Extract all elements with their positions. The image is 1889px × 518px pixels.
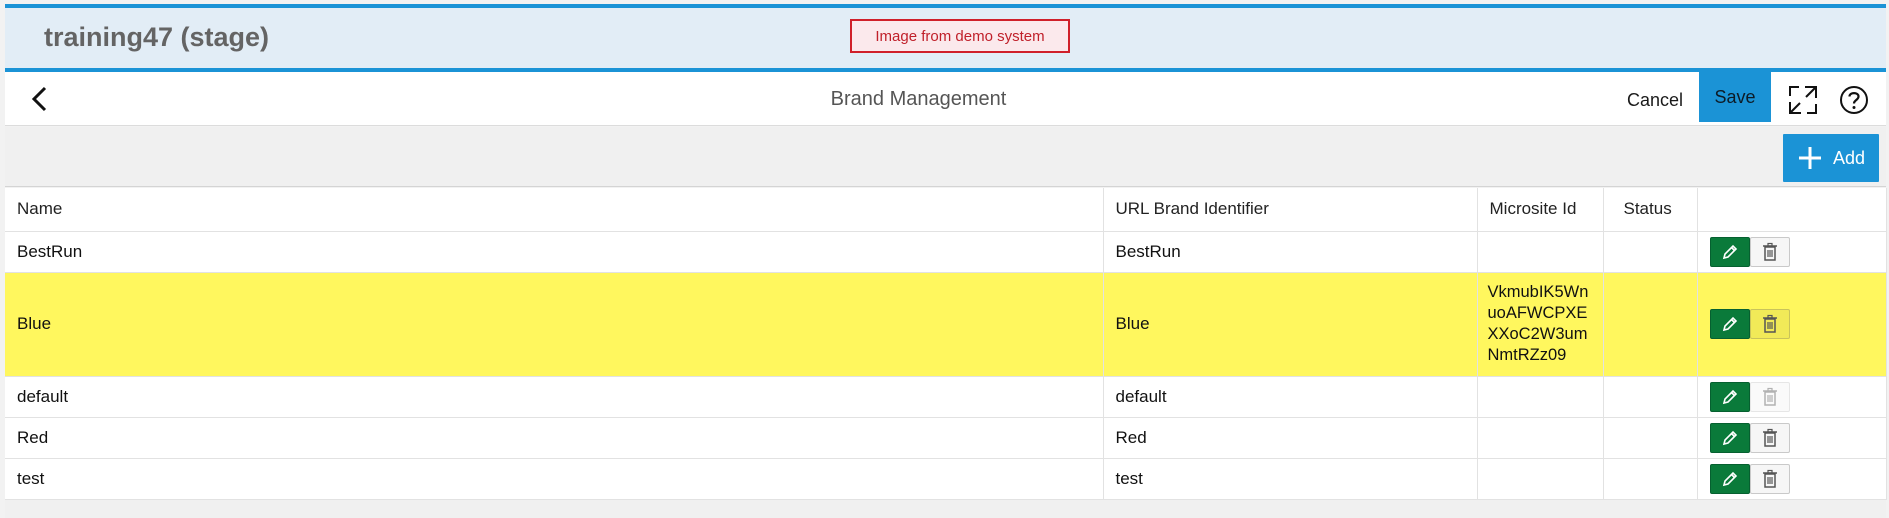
- pencil-icon: [1722, 244, 1737, 259]
- edit-button[interactable]: [1709, 309, 1750, 339]
- edit-button[interactable]: [1709, 463, 1750, 494]
- cell-microsite-id: [1477, 458, 1604, 500]
- trash-icon: [1762, 314, 1777, 333]
- trash-icon: [1762, 387, 1777, 406]
- delete-button[interactable]: [1749, 309, 1790, 339]
- add-button-label: Add: [1832, 147, 1866, 168]
- cancel-button[interactable]: Cancel: [1623, 82, 1687, 118]
- cell-url-identifier: default: [1103, 376, 1478, 418]
- table-row[interactable]: Red Red: [5, 417, 1887, 459]
- cell-url-identifier: BestRun: [1103, 231, 1478, 273]
- column-header-name[interactable]: Name: [5, 188, 1104, 232]
- edit-button[interactable]: [1709, 381, 1750, 412]
- column-header-url-brand-identifier[interactable]: URL Brand Identifier: [1103, 188, 1478, 232]
- delete-button[interactable]: [1749, 422, 1790, 453]
- page-title: Brand Management: [830, 88, 1007, 110]
- cell-microsite-id: [1477, 417, 1604, 459]
- help-button[interactable]: [1836, 82, 1872, 118]
- fullscreen-button[interactable]: [1785, 82, 1821, 118]
- table-header-row: Name URL Brand Identifier Microsite Id S…: [5, 188, 1887, 232]
- column-header-actions: [1697, 188, 1887, 232]
- cell-microsite-id: [1477, 231, 1604, 273]
- brand-table-container: Name URL Brand Identifier Microsite Id S…: [5, 188, 1887, 518]
- trash-icon: [1762, 242, 1777, 261]
- cell-name: default: [5, 376, 1104, 418]
- table-row[interactable]: default default: [5, 376, 1887, 418]
- cell-name: test: [5, 458, 1104, 500]
- cell-url-identifier: Red: [1103, 417, 1478, 459]
- pencil-icon: [1722, 430, 1737, 445]
- help-icon: [1840, 86, 1868, 114]
- plus-icon: [1798, 147, 1821, 169]
- expand-icon: [1789, 86, 1817, 114]
- table-row[interactable]: test test: [5, 458, 1887, 500]
- cell-url-identifier: Blue: [1103, 272, 1478, 377]
- delete-button[interactable]: [1749, 463, 1790, 494]
- pencil-icon: [1722, 316, 1737, 332]
- edit-button[interactable]: [1709, 236, 1750, 267]
- add-brand-button[interactable]: Add: [1783, 134, 1879, 182]
- cell-actions: [1697, 417, 1887, 459]
- column-header-microsite-id[interactable]: Microsite Id: [1477, 188, 1604, 232]
- table-toolbar: Add: [5, 127, 1886, 187]
- page-header: Brand Management Cancel Save: [5, 72, 1886, 126]
- cell-status: [1603, 458, 1698, 500]
- cell-actions: [1697, 272, 1887, 377]
- save-button[interactable]: Save: [1699, 72, 1771, 122]
- delete-button: [1749, 381, 1790, 412]
- brand-table: Name URL Brand Identifier Microsite Id S…: [5, 188, 1887, 500]
- delete-button[interactable]: [1749, 236, 1790, 267]
- cell-status: [1603, 417, 1698, 459]
- trash-icon: [1762, 469, 1777, 488]
- pencil-icon: [1722, 471, 1737, 486]
- cell-microsite-id: VkmubIK5WnuoAFWCPXEXXoC2W3umNmtRZz09: [1477, 272, 1604, 377]
- column-header-status[interactable]: Status: [1603, 188, 1698, 232]
- cell-actions: [1697, 458, 1887, 500]
- cell-actions: [1697, 376, 1887, 418]
- table-row[interactable]: BestRun BestRun: [5, 231, 1887, 273]
- trash-icon: [1762, 428, 1777, 447]
- cell-actions: [1697, 231, 1887, 273]
- cell-status: [1603, 376, 1698, 418]
- cell-status: [1603, 231, 1698, 273]
- cell-name: Red: [5, 417, 1104, 459]
- system-title: training47 (stage): [44, 22, 270, 52]
- cell-status: [1603, 272, 1698, 377]
- shell-bar: training47 (stage) Image from demo syste…: [5, 4, 1886, 72]
- cell-name: Blue: [5, 272, 1104, 377]
- cell-name: BestRun: [5, 231, 1104, 273]
- cell-url-identifier: test: [1103, 458, 1478, 500]
- table-row[interactable]: Blue Blue VkmubIK5WnuoAFWCPXEXXoC2W3umNm…: [5, 272, 1887, 377]
- edit-button[interactable]: [1709, 422, 1750, 453]
- pencil-icon: [1722, 389, 1737, 404]
- demo-system-badge: Image from demo system: [850, 19, 1070, 53]
- cell-microsite-id: [1477, 376, 1604, 418]
